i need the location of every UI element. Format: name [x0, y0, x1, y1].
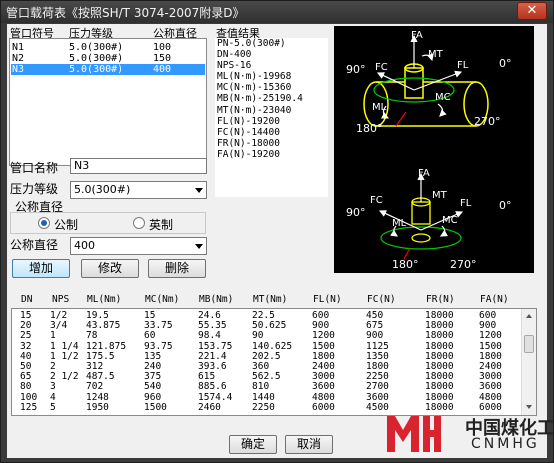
table-header-mt: MT(Nm) — [253, 294, 288, 305]
radio-imperial-label[interactable]: 英制 — [149, 216, 173, 233]
table-cell: 1950 — [86, 401, 109, 413]
title-bar[interactable]: 管口载荷表《按照SH/T 3074-2007附录D》 ✕ — [1, 1, 553, 23]
nozzle-load-drawing: FA MT FL FC ML MC 90° 0° 180° 270° FA FC… — [346, 30, 512, 271]
angle-180-top: 180° — [356, 122, 383, 135]
label-ml-bottom: ML — [392, 218, 407, 229]
table-header-mc: MC(Nm) — [145, 294, 180, 305]
ok-button[interactable]: 确定 — [229, 435, 277, 454]
nozzle-name-input[interactable]: N3 — [70, 158, 207, 174]
nozzle-dn: 100 — [153, 42, 172, 53]
pressure-select[interactable]: 5.0(300#) — [70, 181, 207, 199]
nozzle-dn: 150 — [153, 53, 172, 64]
delete-button[interactable]: 删除 — [148, 259, 206, 278]
nozzle-pressure: 5.0(300#) — [69, 64, 124, 75]
window-title: 管口载荷表《按照SH/T 3074-2007附录D》 — [6, 6, 245, 20]
top-drawing: FA MT FL FC ML MC 90° 0° 180° 270° — [346, 30, 512, 135]
result-line: FL(N)-19200 — [217, 115, 280, 127]
dn-unit-group: 公制 英制 — [10, 212, 206, 234]
table-cell: 1500 — [144, 401, 167, 413]
result-line: PN-5.0(300#) — [217, 38, 286, 49]
table-cell: 2460 — [198, 401, 221, 413]
result-line: ML(N·m)-19968 — [217, 71, 292, 83]
table-header-ml: ML(Nm) — [87, 294, 122, 305]
label-mt-top: MT — [428, 49, 444, 60]
label-fc-bottom: FC — [370, 195, 383, 206]
radio-imperial[interactable] — [133, 217, 145, 229]
radio-metric[interactable] — [38, 217, 50, 229]
angle-0-top: 0° — [499, 57, 512, 70]
dn-select-value: 400 — [74, 239, 95, 252]
nozzle-pressure: 5.0(300#) — [69, 53, 124, 64]
result-line: NPS-16 — [217, 60, 252, 72]
cancel-button[interactable]: 取消 — [285, 435, 333, 454]
result-line: DN-400 — [217, 49, 252, 61]
result-line: FA(N)-19200 — [217, 148, 280, 160]
nozzle-row[interactable]: N2 5.0(300#) 150 — [11, 53, 205, 64]
scroll-thumb[interactable] — [524, 335, 534, 353]
table-header-mb: MB(Nm) — [199, 294, 234, 305]
nozzle-row[interactable]: N1 5.0(300#) 100 — [11, 42, 205, 53]
label-mt-bottom: MT — [432, 190, 448, 201]
nozzle-symbol: N2 — [12, 53, 25, 64]
close-button[interactable]: ✕ — [517, 2, 547, 20]
nozzle-symbol: N1 — [12, 42, 25, 53]
scroll-down-icon[interactable] — [526, 405, 532, 409]
modify-button[interactable]: 修改 — [81, 259, 139, 278]
nozzle-list[interactable]: N1 5.0(300#) 100 N2 5.0(300#) 150 N3 5.0… — [9, 38, 207, 166]
table-cell: 2250 — [252, 401, 275, 413]
angle-180-bottom: 180° — [392, 258, 419, 271]
nozzle-row-selected[interactable]: N3 5.0(300#) 400 — [11, 64, 205, 75]
dialog-client: 管口符号 压力等级 公称直径 N1 5.0(300#) 100 N2 5.0(3… — [7, 24, 554, 458]
table-header-dn: DN — [21, 294, 33, 305]
angle-0-bottom: 0° — [499, 199, 512, 212]
angle-270-bottom: 270° — [450, 258, 477, 271]
pressure-select-value: 5.0(300#) — [74, 183, 131, 196]
result-line: MB(N·m)-25190.4 — [217, 93, 303, 105]
angle-90-bottom: 90° — [346, 206, 366, 219]
pressure-label: 压力等级 — [10, 182, 59, 196]
watermark-en: CNMHG — [471, 436, 540, 452]
radio-metric-label[interactable]: 公制 — [54, 216, 78, 233]
nozzle-dn: 400 — [153, 64, 172, 75]
table-header-nps: NPS — [52, 294, 70, 305]
bottom-drawing: FA FC FL ML MC MT 90° 0° 180° 270° — [346, 168, 512, 271]
table-header-fc: FC(N) — [367, 294, 396, 305]
add-button[interactable]: 增加 — [12, 259, 70, 278]
table-header-fl: FL(N) — [313, 294, 342, 305]
watermark: 中国煤化工 CNMHG — [385, 410, 554, 458]
chevron-down-icon — [195, 188, 203, 193]
label-fa-bottom: FA — [418, 168, 430, 179]
scroll-up-icon[interactable] — [526, 314, 532, 318]
label-fl-bottom: FL — [460, 198, 472, 209]
result-line: FR(N)-18000 — [217, 137, 280, 149]
dialog-window: 管口载荷表《按照SH/T 3074-2007附录D》 ✕ 管口符号 压力等级 公… — [0, 0, 554, 463]
chevron-down-icon — [195, 244, 203, 249]
dn-select[interactable]: 400 — [70, 237, 207, 255]
result-line: MC(N·m)-15360 — [217, 82, 292, 94]
table-cell: 5 — [50, 401, 56, 413]
table-scrollbar[interactable] — [521, 309, 536, 415]
table-cell: 6000 — [312, 401, 335, 413]
table-header-fa: FA(N) — [480, 294, 509, 305]
angle-270-top: 270° — [474, 115, 501, 128]
label-mc-top: MC — [435, 92, 451, 103]
load-table[interactable]: 15 1/2 19.5 15 24.6 22.5 600 450 18000 600 20 3/4 43… — [11, 308, 537, 416]
nozzle-symbol: N3 — [12, 64, 25, 75]
label-fa-top: FA — [411, 30, 423, 41]
label-fl-top: FL — [457, 60, 469, 71]
label-mc-bottom: MC — [442, 215, 458, 226]
dn-label: 公称直径 — [10, 238, 59, 252]
result-panel: PN-5.0(300#) DN-400 NPS-16 ML(N·m)-19968… — [215, 38, 328, 197]
angle-90-top: 90° — [346, 63, 366, 76]
result-line: FC(N)-14400 — [217, 126, 280, 138]
label-fc-top: FC — [375, 62, 388, 73]
table-cell: 125 — [20, 401, 38, 413]
result-line: MT(N·m)-23040 — [217, 104, 292, 116]
nozzle-pressure: 5.0(300#) — [69, 42, 124, 53]
table-header-fr: FR(N) — [426, 294, 455, 305]
label-ml-top: ML — [372, 102, 387, 113]
load-diagram: FA MT FL FC ML MC 90° 0° 180° 270° FA FC… — [334, 26, 534, 273]
logo-mark-icon — [387, 416, 441, 452]
nozzle-name-label: 管口名称 — [10, 161, 59, 175]
